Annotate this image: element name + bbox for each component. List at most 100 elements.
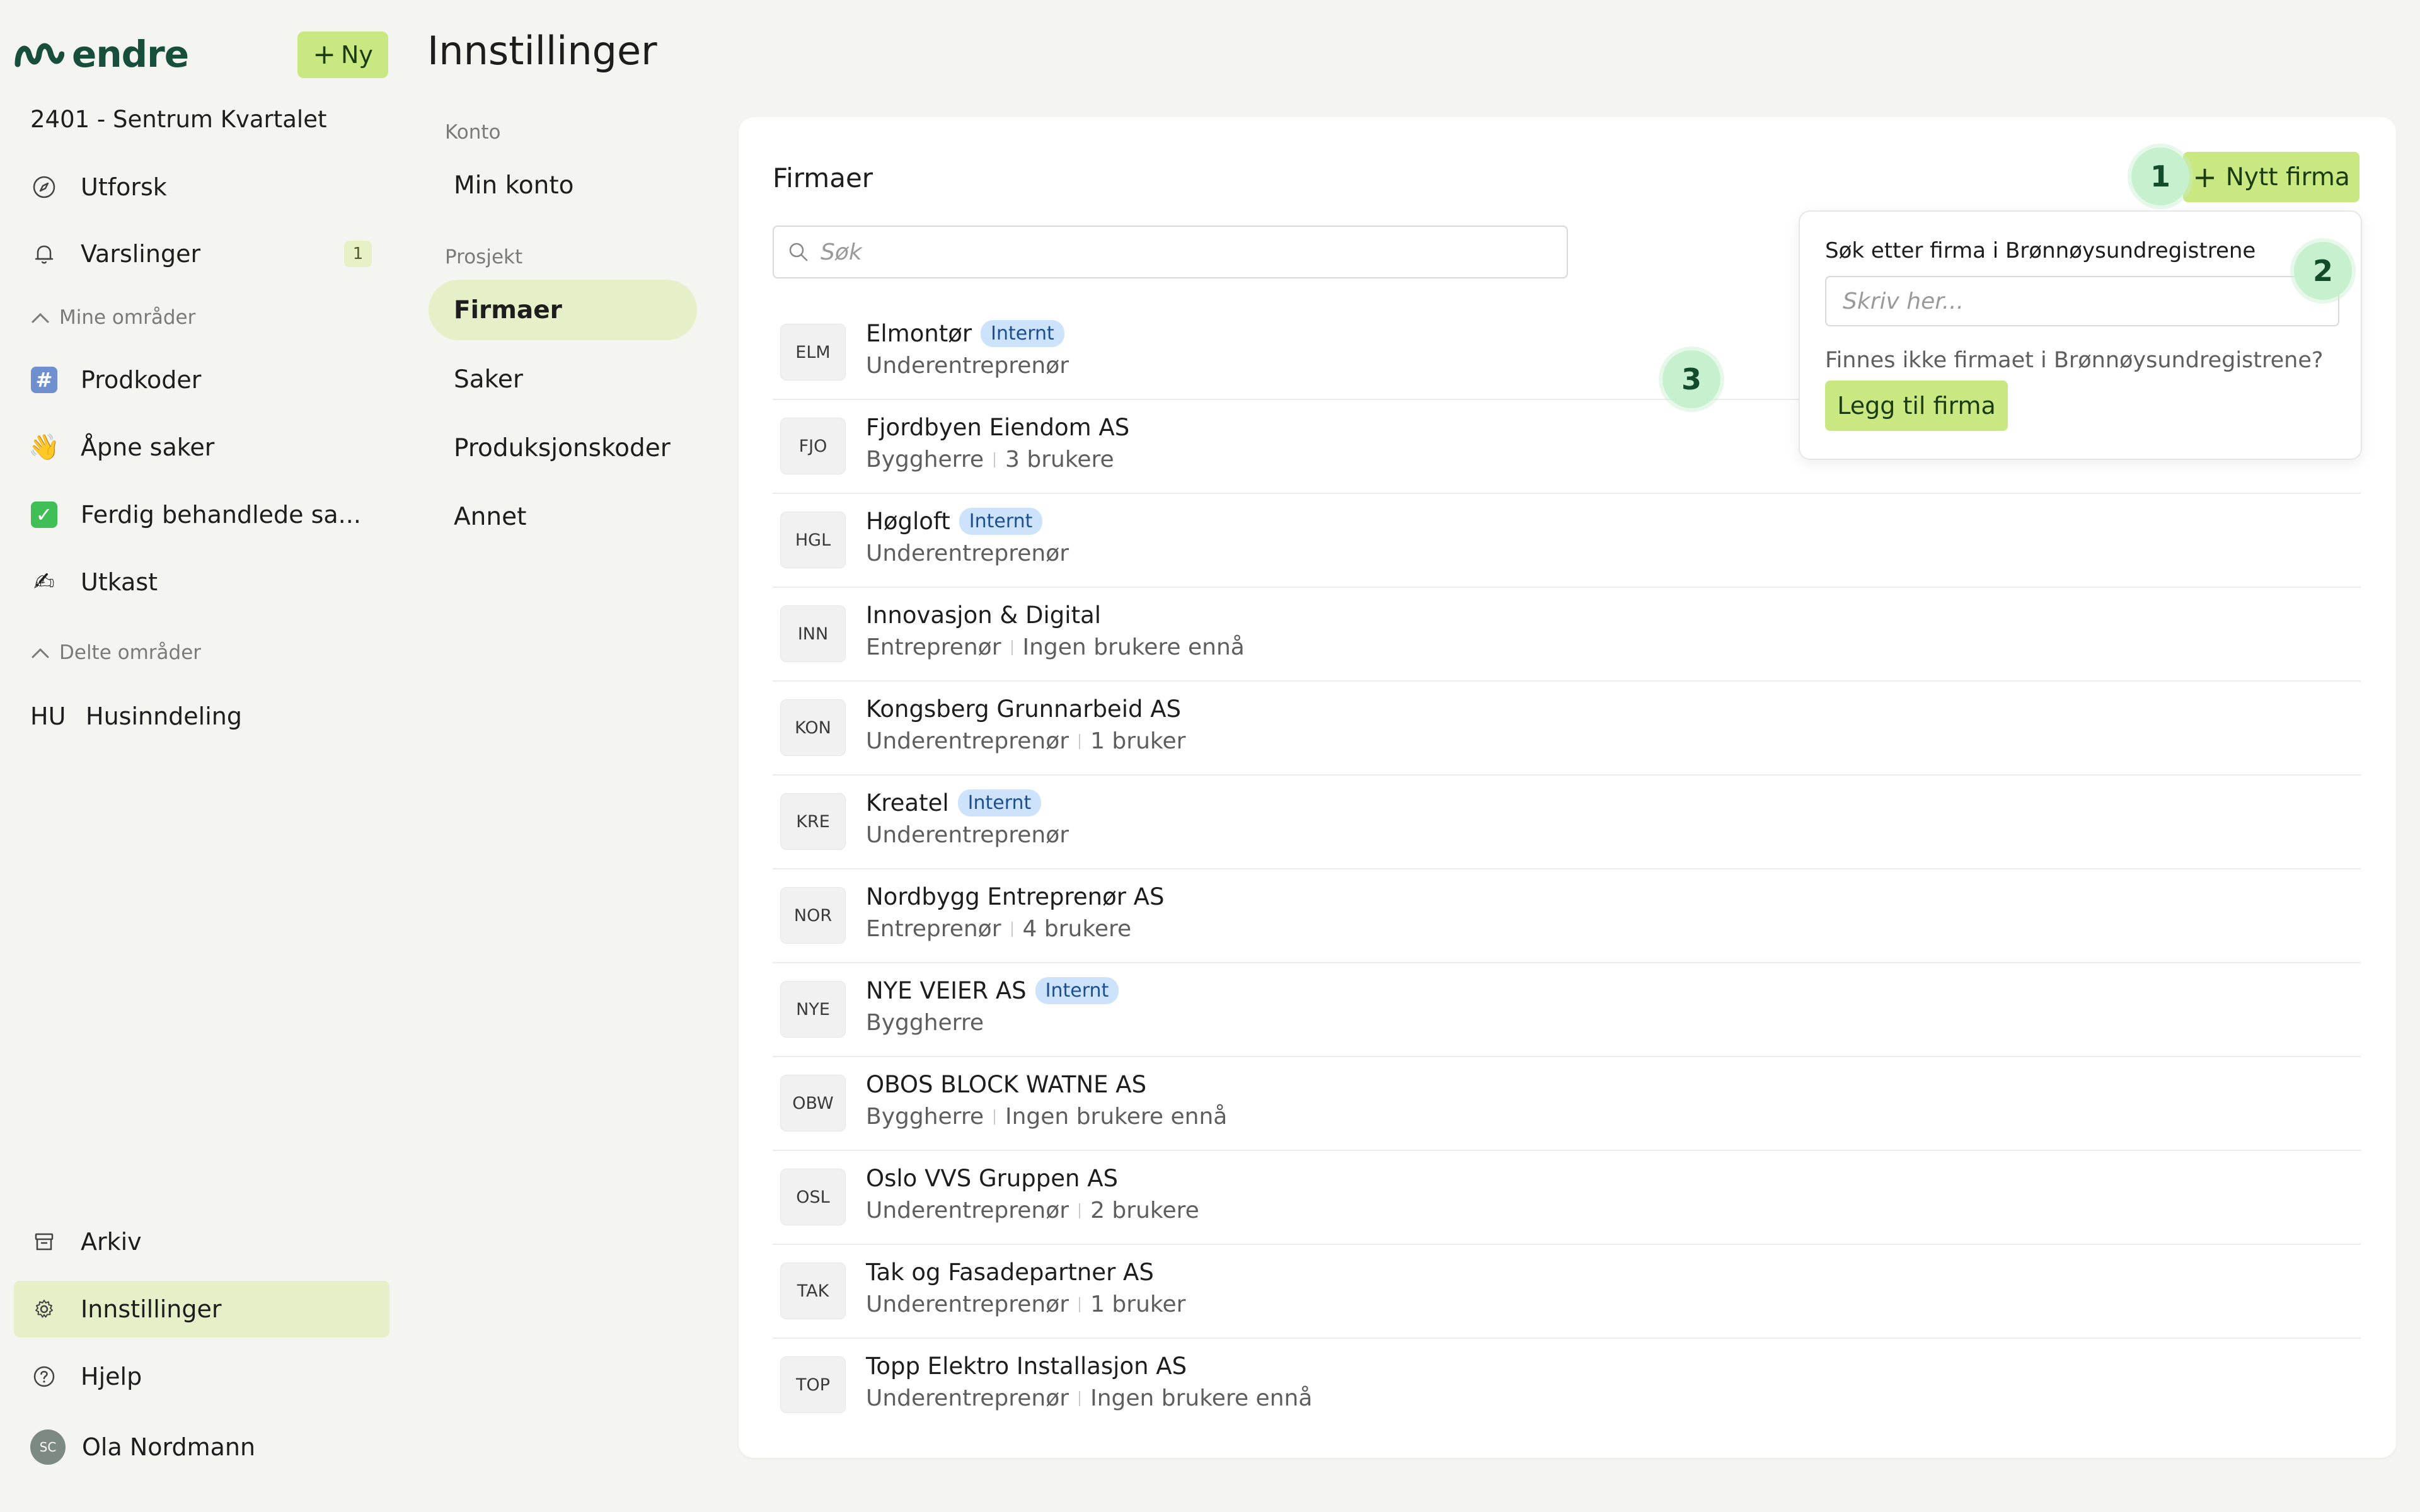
company-row[interactable]: HGL Høgloft Internt Underentreprenør	[773, 494, 2361, 588]
page-title: Innstillinger	[427, 28, 657, 74]
hash-icon: #	[30, 366, 58, 394]
separator	[1011, 921, 1013, 937]
company-user-count: Ingen brukere ennå	[1090, 1385, 1313, 1411]
my-areas-toggle[interactable]: Mine områder	[30, 306, 195, 329]
sidebar-item-husinndeling[interactable]: HU Husinndeling	[14, 688, 389, 745]
bell-icon	[30, 240, 58, 268]
step-marker-2: 2	[2294, 242, 2352, 300]
company-role: Entreprenør	[866, 634, 1001, 660]
sidebar-item-utforsk[interactable]: Utforsk	[14, 159, 389, 215]
separator	[994, 452, 995, 467]
company-role: Underentreprenør	[866, 1385, 1069, 1411]
user-menu[interactable]: SC Ola Nordmann	[14, 1419, 389, 1475]
brreg-search-panel: Søk etter firma i Brønnøysundregistrene …	[1799, 210, 2362, 460]
company-abbreviation: OBW	[780, 1075, 846, 1131]
company-user-count: Ingen brukere ennå	[1022, 634, 1245, 660]
company-row[interactable]: INN Innovasjon & Digital Entreprenør Ingen …	[773, 588, 2361, 682]
sidebar-item-varslinger[interactable]: Varslinger 1	[14, 226, 389, 282]
compass-icon	[30, 173, 58, 201]
new-button[interactable]: + Ny	[297, 32, 388, 78]
internal-tag: Internt	[1035, 977, 1119, 1004]
company-role: Underentreprenør	[866, 541, 1069, 566]
plus-icon: +	[2192, 160, 2217, 194]
company-abbreviation: TAK	[780, 1263, 846, 1319]
project-name[interactable]: 2401 - Sentrum Kvartalet	[30, 106, 327, 133]
search-input[interactable]	[821, 239, 1514, 265]
company-row[interactable]: TAK Tak og Fasadepartner AS Underentrepren…	[773, 1245, 2361, 1339]
company-name-line: Høgloft Internt	[866, 508, 1043, 535]
sidebar-item-utkast[interactable]: ✍ Utkast	[14, 554, 389, 610]
sidebar-item-label: Utforsk	[81, 173, 167, 201]
settings-item-produksjonskoder[interactable]: Produksjonskoder	[429, 418, 697, 478]
company-abbreviation: OSL	[780, 1169, 846, 1225]
brreg-search-field[interactable]	[1825, 276, 2339, 326]
company-meta: Byggherre	[866, 1010, 984, 1036]
sidebar: endre + Ny 2401 - Sentrum Kvartalet Utfo…	[0, 0, 403, 1512]
sidebar-item-apne-saker[interactable]: 👋 Åpne saker	[14, 419, 389, 476]
archive-icon	[30, 1228, 58, 1256]
company-name: Tak og Fasadepartner AS	[866, 1259, 1154, 1286]
company-row[interactable]: KRE Kreatel Internt Underentreprenør	[773, 776, 2361, 869]
company-meta: Byggherre Ingen brukere ennå	[866, 1104, 1227, 1130]
company-name: Elmontør	[866, 320, 972, 347]
help-circle-icon	[30, 1363, 58, 1390]
add-company-button[interactable]: Legg til firma	[1825, 381, 2008, 431]
brreg-label: Søk etter firma i Brønnøysundregistrene	[1825, 238, 2256, 263]
plus-icon: +	[313, 38, 336, 71]
company-name-line: Kreatel Internt	[866, 789, 1042, 816]
company-row[interactable]: TOP Topp Elektro Installasjon AS Underentr…	[773, 1339, 2361, 1433]
sidebar-item-ferdig-behandlede[interactable]: ✓ Ferdig behandlede sa...	[14, 486, 389, 543]
settings-group-label: Prosjekt	[445, 246, 523, 268]
logo[interactable]: endre	[14, 33, 189, 76]
check-mark-icon: ✓	[30, 501, 58, 529]
company-role: Entreprenør	[866, 916, 1001, 942]
company-row[interactable]: OBW OBOS BLOCK WATNE AS Byggherre Ingen bru…	[773, 1057, 2361, 1151]
separator	[1079, 1203, 1081, 1218]
brreg-search-input[interactable]	[1843, 288, 2338, 314]
sidebar-item-arkiv[interactable]: Arkiv	[14, 1213, 389, 1270]
company-abbreviation: NOR	[780, 887, 846, 944]
company-name: Topp Elektro Installasjon AS	[866, 1353, 1187, 1380]
company-name: OBOS BLOCK WATNE AS	[866, 1071, 1147, 1098]
company-meta: Entreprenør Ingen brukere ennå	[866, 634, 1245, 660]
settings-item-annet[interactable]: Annet	[429, 486, 697, 547]
company-meta: Underentreprenør	[866, 822, 1069, 848]
sidebar-item-innstillinger[interactable]: Innstillinger	[14, 1281, 389, 1337]
company-row[interactable]: NYE NYE VEIER AS Internt Byggherre	[773, 963, 2361, 1057]
chevron-up-icon	[32, 312, 49, 323]
company-row[interactable]: KON Kongsberg Grunnarbeid AS Underentrepre…	[773, 682, 2361, 776]
company-meta: Underentreprenør 1 bruker	[866, 728, 1185, 754]
settings-item-min-konto[interactable]: Min konto	[429, 155, 697, 215]
company-row[interactable]: OSL Oslo VVS Gruppen AS Underentreprenør 2 …	[773, 1151, 2361, 1245]
gear-icon	[30, 1295, 58, 1323]
brreg-question: Finnes ikke firmaet i Brønnøysundregistr…	[1825, 348, 2324, 373]
company-name-line: Tak og Fasadepartner AS	[866, 1259, 1154, 1286]
endre-logo-icon	[14, 43, 64, 67]
company-row[interactable]: NOR Nordbygg Entreprenør AS Entreprenør 4 b…	[773, 869, 2361, 963]
step-marker-3: 3	[1662, 350, 1720, 408]
new-company-button[interactable]: + Nytt firma	[2183, 152, 2360, 202]
company-abbreviation: FJO	[780, 418, 846, 474]
company-meta: Underentreprenør	[866, 353, 1069, 379]
company-role: Byggherre	[866, 447, 984, 472]
company-list: ELM Elmontør Internt Underentreprenør FJO Fjo…	[773, 306, 2361, 1433]
shared-areas-toggle[interactable]: Delte områder	[30, 641, 201, 664]
sidebar-item-hjelp[interactable]: Hjelp	[14, 1348, 389, 1405]
sidebar-item-prodkoder[interactable]: # Prodkoder	[14, 352, 389, 408]
company-name-line: Oslo VVS Gruppen AS	[866, 1165, 1118, 1192]
area-abbreviation: HU	[30, 702, 66, 730]
company-role: Underentreprenør	[866, 728, 1069, 754]
company-name-line: Fjordbyen Eiendom AS	[866, 414, 1129, 441]
company-role: Underentreprenør	[866, 1198, 1069, 1223]
settings-item-saker[interactable]: Saker	[429, 349, 697, 410]
sidebar-item-label: Innstillinger	[81, 1295, 222, 1323]
avatar: SC	[30, 1429, 66, 1465]
company-role: Byggherre	[866, 1104, 984, 1130]
settings-item-firmaer[interactable]: Firmaer	[429, 280, 697, 340]
company-name: Innovasjon & Digital	[866, 602, 1102, 629]
settings-group-label: Konto	[445, 121, 501, 144]
company-search[interactable]	[773, 226, 1568, 278]
company-user-count: 1 bruker	[1090, 728, 1186, 754]
companies-title: Firmaer	[773, 163, 873, 193]
logo-text: endre	[72, 33, 189, 76]
